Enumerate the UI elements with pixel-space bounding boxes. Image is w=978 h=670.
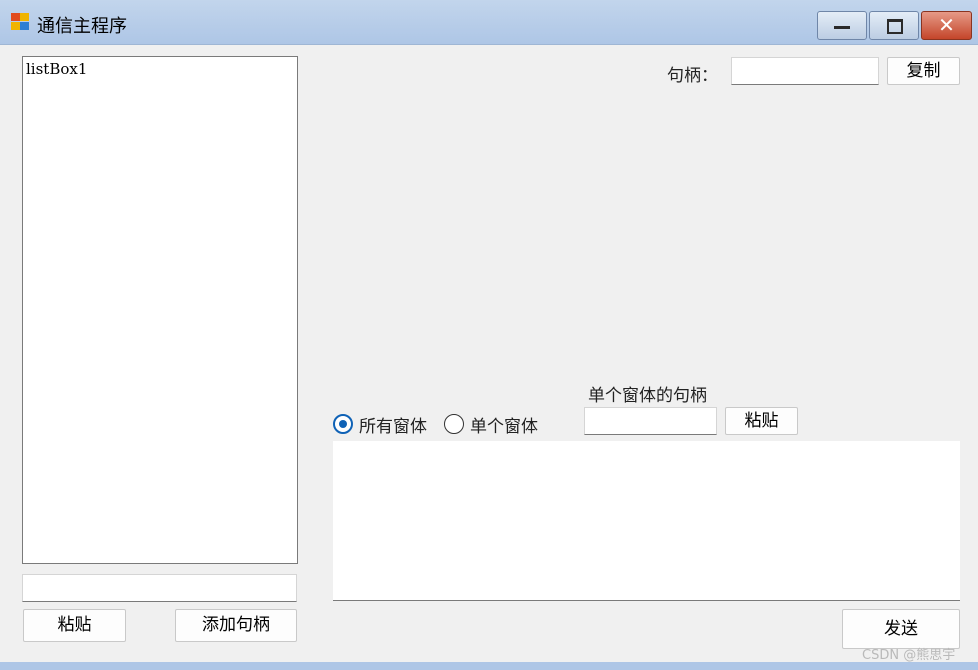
- single-handle-input[interactable]: [584, 407, 717, 435]
- radio-single-window[interactable]: [444, 414, 464, 434]
- radio-all-windows[interactable]: [333, 414, 353, 434]
- minimize-button[interactable]: [817, 11, 867, 40]
- handle-input[interactable]: [22, 574, 297, 602]
- watermark-text: CSDN @熊思宇: [862, 648, 956, 663]
- message-textarea[interactable]: [333, 441, 960, 601]
- paste-handle-button[interactable]: 粘贴: [725, 407, 798, 435]
- main-window: 通信主程序 ✕ listBox1 粘贴 添加句柄 句柄： 复制 单个窗体的句柄 …: [0, 0, 978, 670]
- minimize-icon: [834, 26, 850, 29]
- handle-listbox[interactable]: listBox1: [22, 56, 298, 564]
- single-window-handle-label: 单个窗体的句柄: [588, 386, 707, 406]
- close-icon: ✕: [938, 13, 955, 37]
- title-bar[interactable]: 通信主程序 ✕: [0, 0, 978, 45]
- window-bottom-border: [0, 662, 978, 670]
- list-item[interactable]: listBox1: [26, 60, 87, 78]
- add-handle-button[interactable]: 添加句柄: [175, 609, 297, 642]
- close-button[interactable]: ✕: [921, 11, 972, 40]
- maximize-icon: [887, 19, 903, 34]
- paste-button[interactable]: 粘贴: [23, 609, 126, 642]
- radio-single-window-label[interactable]: 单个窗体: [470, 412, 538, 437]
- app-icon: [11, 13, 31, 31]
- maximize-button[interactable]: [869, 11, 919, 40]
- handle-label: 句柄：: [667, 66, 718, 86]
- window-title: 通信主程序: [37, 16, 127, 37]
- handle-field[interactable]: [731, 57, 879, 85]
- radio-all-windows-label[interactable]: 所有窗体: [359, 412, 427, 437]
- copy-button[interactable]: 复制: [887, 57, 960, 85]
- send-button[interactable]: 发送: [842, 609, 960, 649]
